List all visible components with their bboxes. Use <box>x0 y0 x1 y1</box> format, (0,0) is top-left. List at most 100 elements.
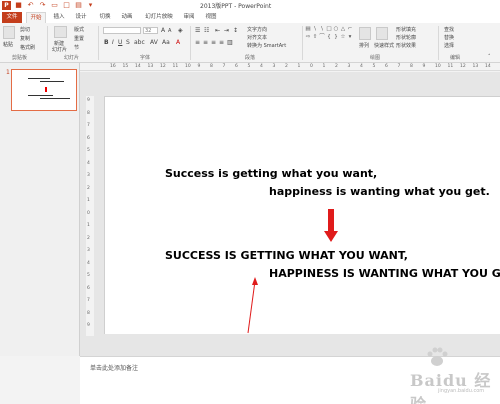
customize-icon[interactable]: ▾ <box>86 1 95 10</box>
new-icon[interactable]: □ <box>62 1 71 10</box>
save-icon[interactable]: ■ <box>14 1 23 10</box>
ruler-tick: 1 <box>87 223 90 228</box>
slide-text-line-2[interactable]: happiness is wanting what you get. <box>269 185 490 198</box>
copy-button[interactable]: 复制 <box>20 35 30 42</box>
quick-styles-icon[interactable] <box>376 27 388 40</box>
slide-number: 1 <box>6 69 10 76</box>
ruler-tick: 13 <box>472 64 479 69</box>
collapse-ribbon-icon[interactable]: ˄ <box>488 54 491 60</box>
shape-effects-button[interactable]: 形状效果 <box>396 42 416 49</box>
cut-button[interactable]: 剪切 <box>20 26 30 33</box>
font-name-combo[interactable] <box>103 27 141 34</box>
italic-icon[interactable]: I <box>112 39 114 46</box>
grow-font-icon[interactable]: A <box>161 27 165 34</box>
arrange-icon[interactable] <box>359 27 371 40</box>
ruler-tick: 12 <box>160 64 166 69</box>
numbering-icon[interactable]: ☷ <box>204 27 209 34</box>
line-shape-icon[interactable]: \ <box>312 26 318 32</box>
line-spacing-icon[interactable]: ↕ <box>233 27 238 34</box>
align-text-button[interactable]: 对齐文本 <box>247 34 267 41</box>
section-button[interactable]: 节 <box>74 44 79 51</box>
tab-file[interactable]: 文件 <box>2 12 22 23</box>
font-color-icon[interactable]: A <box>176 39 180 46</box>
ruler-tick: 8 <box>87 110 90 116</box>
tab-slideshow[interactable]: 幻灯片放映 <box>142 12 176 23</box>
tab-animations[interactable]: 动画 <box>118 12 136 23</box>
arrow-shape-icon[interactable]: ⇧ <box>312 34 318 40</box>
ruler-tick: 5 <box>87 148 90 153</box>
new-slide-icon[interactable] <box>54 26 67 38</box>
down-arrow-shape[interactable] <box>324 209 338 243</box>
replace-button[interactable]: 替换 <box>444 34 454 41</box>
tab-transitions[interactable]: 切换 <box>96 12 114 23</box>
open-icon[interactable]: ▤ <box>74 1 83 10</box>
slide-text-line-4[interactable]: HAPPINESS IS WANTING WHAT YOU GET. <box>269 267 500 280</box>
find-button[interactable]: 查找 <box>444 26 454 33</box>
slide-text-line-1[interactable]: Success is getting what you want, <box>165 167 377 180</box>
indent-icon[interactable]: ⇤ <box>215 27 220 34</box>
more-shapes-icon[interactable]: ▾ <box>347 34 353 40</box>
layout-button[interactable]: 版式 <box>74 26 84 33</box>
text-direction-button[interactable]: 文字方向 <box>247 26 267 33</box>
quick-styles-button[interactable]: 快速样式 <box>374 42 394 49</box>
redo-icon[interactable]: ↷ <box>38 1 47 10</box>
format-painter-button[interactable]: 格式刷 <box>20 44 35 51</box>
line-shape-icon[interactable]: ⌐ <box>347 26 353 32</box>
annotation-arrow <box>247 277 258 334</box>
undo-icon[interactable]: ↶ <box>26 1 35 10</box>
tab-view[interactable]: 视图 <box>202 12 220 23</box>
star-shape-icon[interactable]: ☆ <box>340 34 346 40</box>
reset-button[interactable]: 重置 <box>74 35 84 42</box>
ruler-tick: 15 <box>122 64 129 69</box>
separator <box>98 26 99 60</box>
align-right-icon[interactable]: ≡ <box>211 39 216 46</box>
arrange-button[interactable]: 排列 <box>359 42 369 49</box>
slide-canvas[interactable]: Success is getting what you want, happin… <box>104 96 500 334</box>
ruler-tick: 10 <box>435 64 441 69</box>
tab-design[interactable]: 设计 <box>72 12 90 23</box>
textbox-shape-icon[interactable]: ▤ <box>305 26 311 32</box>
font-size-combo[interactable]: 32 <box>143 27 158 34</box>
arrow-shape-icon[interactable]: ⇨ <box>305 34 311 40</box>
new-slide-label[interactable]: 幻灯片 <box>52 46 67 53</box>
brace-shape-icon[interactable]: { <box>326 34 332 40</box>
line-shape-icon[interactable]: \ <box>319 26 325 32</box>
rectangle-shape-icon[interactable]: □ <box>326 26 332 32</box>
tab-insert[interactable]: 插入 <box>50 12 68 23</box>
ruler-tick: 6 <box>385 64 388 69</box>
underline-icon[interactable]: U <box>118 39 122 46</box>
paste-icon[interactable] <box>3 26 15 39</box>
curve-shape-icon[interactable]: ⌒ <box>319 34 325 40</box>
ruler-tick: 1 <box>322 64 326 69</box>
shape-outline-button[interactable]: 形状轮廓 <box>396 34 416 41</box>
slide-text-line-3[interactable]: SUCCESS IS GETTING WHAT YOU WANT, <box>165 249 408 262</box>
powerpoint-logo-icon: P <box>2 1 11 10</box>
strikethrough-icon[interactable]: abc <box>134 39 145 46</box>
watermark-url: jingyan.baidu.com <box>438 388 485 394</box>
oval-shape-icon[interactable]: ○ <box>333 26 339 32</box>
align-left-icon[interactable]: ≡ <box>195 39 200 46</box>
notes-placeholder[interactable]: 单击此处添加备注 <box>90 363 138 372</box>
align-center-icon[interactable]: ≡ <box>203 39 208 46</box>
shadow-icon[interactable]: S <box>126 39 130 46</box>
shape-fill-button[interactable]: 形状填充 <box>396 26 416 33</box>
slideshow-icon[interactable]: ▭ <box>50 1 59 10</box>
char-spacing-icon[interactable]: AV <box>150 39 158 46</box>
columns-icon[interactable]: ▥ <box>227 39 233 46</box>
ruler-tick: 1 <box>297 64 301 69</box>
tab-review[interactable]: 审阅 <box>180 12 198 23</box>
brace-shape-icon[interactable]: } <box>333 34 339 40</box>
change-case-icon[interactable]: Aa <box>162 39 170 46</box>
clear-format-icon[interactable]: ◈ <box>178 27 183 34</box>
convert-smartart-button[interactable]: 转换为 SmartArt <box>247 42 286 49</box>
slide-thumbnail[interactable] <box>11 69 77 111</box>
triangle-shape-icon[interactable]: △ <box>340 26 346 32</box>
paste-button[interactable]: 粘贴 <box>3 41 13 48</box>
outdent-icon[interactable]: ⇥ <box>224 27 229 34</box>
tab-home[interactable]: 开始 <box>26 12 46 23</box>
bullets-icon[interactable]: ☰ <box>195 27 200 34</box>
bold-icon[interactable]: B <box>104 39 109 46</box>
select-button[interactable]: 选择 <box>444 42 454 49</box>
shrink-font-icon[interactable]: A <box>168 28 171 34</box>
justify-icon[interactable]: ≡ <box>219 39 224 46</box>
